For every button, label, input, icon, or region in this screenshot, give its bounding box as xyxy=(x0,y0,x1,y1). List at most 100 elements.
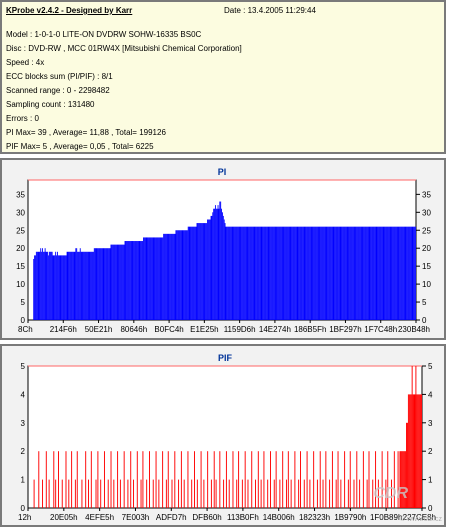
pif-bar xyxy=(329,479,331,508)
pi-bar xyxy=(241,226,243,320)
pif-bar xyxy=(255,479,256,508)
pi-bar xyxy=(375,226,377,320)
pi-bar xyxy=(120,244,122,320)
pi-x-tick-label: 1159D6h xyxy=(224,325,256,334)
pi-bar xyxy=(72,251,74,320)
pif-bar xyxy=(270,451,271,508)
pi-bar xyxy=(339,226,341,320)
pi-bar xyxy=(381,226,383,320)
pi-bar xyxy=(253,226,255,320)
pi-bar xyxy=(54,255,56,320)
info-sampling-count: Sampling count : 131480 xyxy=(6,100,95,109)
pi-bar xyxy=(185,230,187,320)
pi-bar xyxy=(160,237,162,320)
pi-bar xyxy=(116,244,118,320)
pi-bar xyxy=(250,226,252,320)
pi-bar xyxy=(175,230,177,320)
pif-bar xyxy=(48,479,50,508)
pif-bar xyxy=(285,479,287,508)
pi-bar xyxy=(345,226,347,320)
pi-bar xyxy=(144,237,146,320)
pi-y-tick-label-right: 10 xyxy=(422,280,431,289)
pi-bar xyxy=(171,233,172,320)
pif-x-tick-label: 1B9790h xyxy=(334,513,366,522)
pi-x-tick-label: 14E274h xyxy=(259,325,291,334)
pi-bar xyxy=(263,226,265,320)
pi-bar xyxy=(71,251,73,320)
pi-bar xyxy=(78,251,79,320)
pif-bar xyxy=(244,451,246,508)
pi-chart: PI 0 0 5 5 10 10 15 15 20 20 25 25 30 30 35 35 8Ch 214F6h 5… xyxy=(16,167,431,334)
scan-date: Date : 13.4.2005 11:29:44 xyxy=(224,6,316,15)
pi-bar xyxy=(46,251,48,320)
pi-bar xyxy=(130,241,132,320)
pif-bar xyxy=(223,479,225,508)
pif-bar xyxy=(127,479,129,508)
pi-bar xyxy=(274,226,276,320)
pi-bar xyxy=(152,237,154,320)
pi-bar xyxy=(123,244,125,320)
pif-bar xyxy=(110,451,112,508)
pi-bar xyxy=(337,226,338,320)
pi-x-tick-label: 1BF297h xyxy=(329,325,361,334)
pi-bar xyxy=(308,226,309,320)
pi-bar xyxy=(414,226,416,320)
pif-y-tick-label-right: 3 xyxy=(428,419,433,428)
pi-bar xyxy=(53,255,55,320)
pi-bar xyxy=(165,233,167,320)
pif-bar xyxy=(225,451,227,508)
pif-bar xyxy=(290,479,292,508)
pi-bar xyxy=(264,226,266,320)
pi-bar xyxy=(308,226,310,320)
pif-bar xyxy=(282,451,284,508)
pi-x-tick-label: 230B48h xyxy=(398,325,430,334)
pi-bar xyxy=(353,226,355,320)
pi-bar xyxy=(215,208,217,320)
pif-bar xyxy=(287,451,289,508)
pi-bar xyxy=(388,226,390,320)
pi-bar xyxy=(166,233,168,320)
pi-bar xyxy=(267,226,269,320)
pi-bar xyxy=(307,226,309,320)
pi-bar xyxy=(243,226,244,320)
pi-bar xyxy=(200,223,201,320)
pi-bar xyxy=(37,251,39,320)
pi-bar xyxy=(132,241,134,320)
pi-bar xyxy=(243,226,245,320)
pif-bar xyxy=(359,479,361,508)
pi-bar xyxy=(216,208,218,320)
pi-bar xyxy=(40,248,42,320)
pi-bar xyxy=(42,251,44,320)
pi-bar xyxy=(104,248,106,320)
pi-bar xyxy=(201,223,203,320)
pi-bar xyxy=(157,237,158,320)
pi-bar xyxy=(389,226,391,320)
pif-bar xyxy=(74,479,76,508)
pi-y-tick-label-right: 25 xyxy=(422,226,431,235)
pi-bar xyxy=(57,255,59,320)
pi-bar xyxy=(63,255,64,320)
pi-bar xyxy=(394,226,396,320)
pi-bar xyxy=(261,226,263,320)
pi-bar xyxy=(189,226,191,320)
pi-bar xyxy=(236,226,237,320)
pif-x-tick-label: 182323h xyxy=(299,513,330,522)
pi-bar xyxy=(180,230,182,320)
pi-bar xyxy=(99,248,100,320)
pi-bar xyxy=(371,226,373,320)
pi-bar xyxy=(277,226,279,320)
pi-bar xyxy=(232,226,234,320)
pi-bar xyxy=(281,226,283,320)
pi-bar xyxy=(283,226,285,320)
pi-bar xyxy=(88,251,90,320)
pi-y-tick-label: 20 xyxy=(16,244,25,253)
pif-bar xyxy=(158,479,160,508)
pi-y-tick-label: 30 xyxy=(16,208,25,217)
pi-bar xyxy=(122,244,124,320)
pi-bar xyxy=(187,226,189,320)
pi-bar xyxy=(259,226,261,320)
pi-y-tick-label: 10 xyxy=(16,280,25,289)
pi-bar xyxy=(62,255,64,320)
pi-bar xyxy=(223,219,225,320)
pif-bar xyxy=(306,451,308,508)
